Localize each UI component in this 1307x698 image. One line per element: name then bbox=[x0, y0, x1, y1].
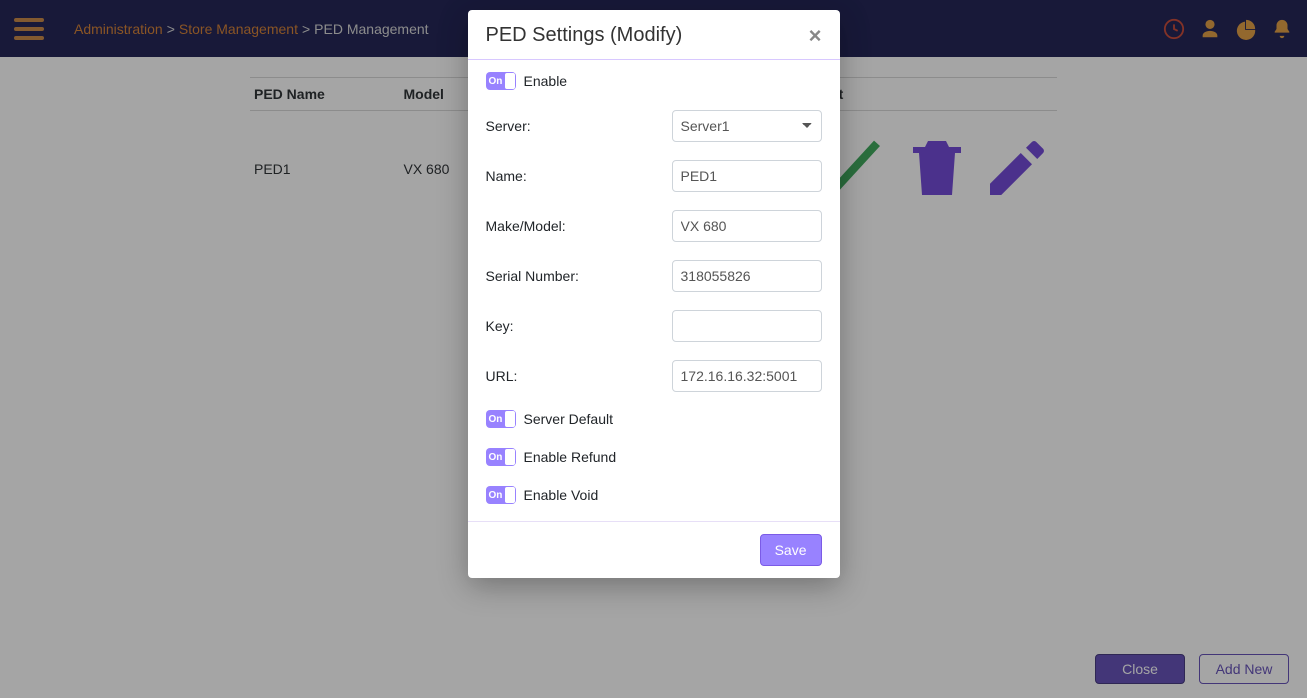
enable-refund-toggle[interactable]: On bbox=[486, 448, 516, 466]
serial-label: Serial Number: bbox=[486, 268, 672, 284]
save-button[interactable]: Save bbox=[760, 534, 822, 566]
close-icon[interactable]: × bbox=[809, 25, 822, 47]
enable-void-label: Enable Void bbox=[524, 487, 599, 503]
make-input[interactable] bbox=[672, 210, 822, 242]
key-input[interactable] bbox=[672, 310, 822, 342]
server-select[interactable]: Server1 bbox=[672, 110, 822, 142]
name-label: Name: bbox=[486, 168, 672, 184]
modal-header: PED Settings (Modify) × bbox=[468, 10, 840, 60]
server-default-label: Server Default bbox=[524, 411, 613, 427]
make-label: Make/Model: bbox=[486, 218, 672, 234]
modal-title: PED Settings (Modify) bbox=[486, 24, 683, 47]
enable-void-toggle[interactable]: On bbox=[486, 486, 516, 504]
key-label: Key: bbox=[486, 318, 672, 334]
url-label: URL: bbox=[486, 368, 672, 384]
modal-body: On Enable Server: Server1 Name: Make/Mod… bbox=[468, 60, 840, 521]
server-label: Server: bbox=[486, 118, 672, 134]
url-input[interactable] bbox=[672, 360, 822, 392]
name-input[interactable] bbox=[672, 160, 822, 192]
server-default-toggle[interactable]: On bbox=[486, 410, 516, 428]
enable-label: Enable bbox=[524, 73, 568, 89]
enable-refund-label: Enable Refund bbox=[524, 449, 617, 465]
enable-toggle[interactable]: On bbox=[486, 72, 516, 90]
modal-overlay: PED Settings (Modify) × On Enable Server… bbox=[0, 0, 1307, 698]
ped-settings-modal: PED Settings (Modify) × On Enable Server… bbox=[468, 10, 840, 578]
serial-input[interactable] bbox=[672, 260, 822, 292]
modal-footer: Save bbox=[468, 521, 840, 578]
